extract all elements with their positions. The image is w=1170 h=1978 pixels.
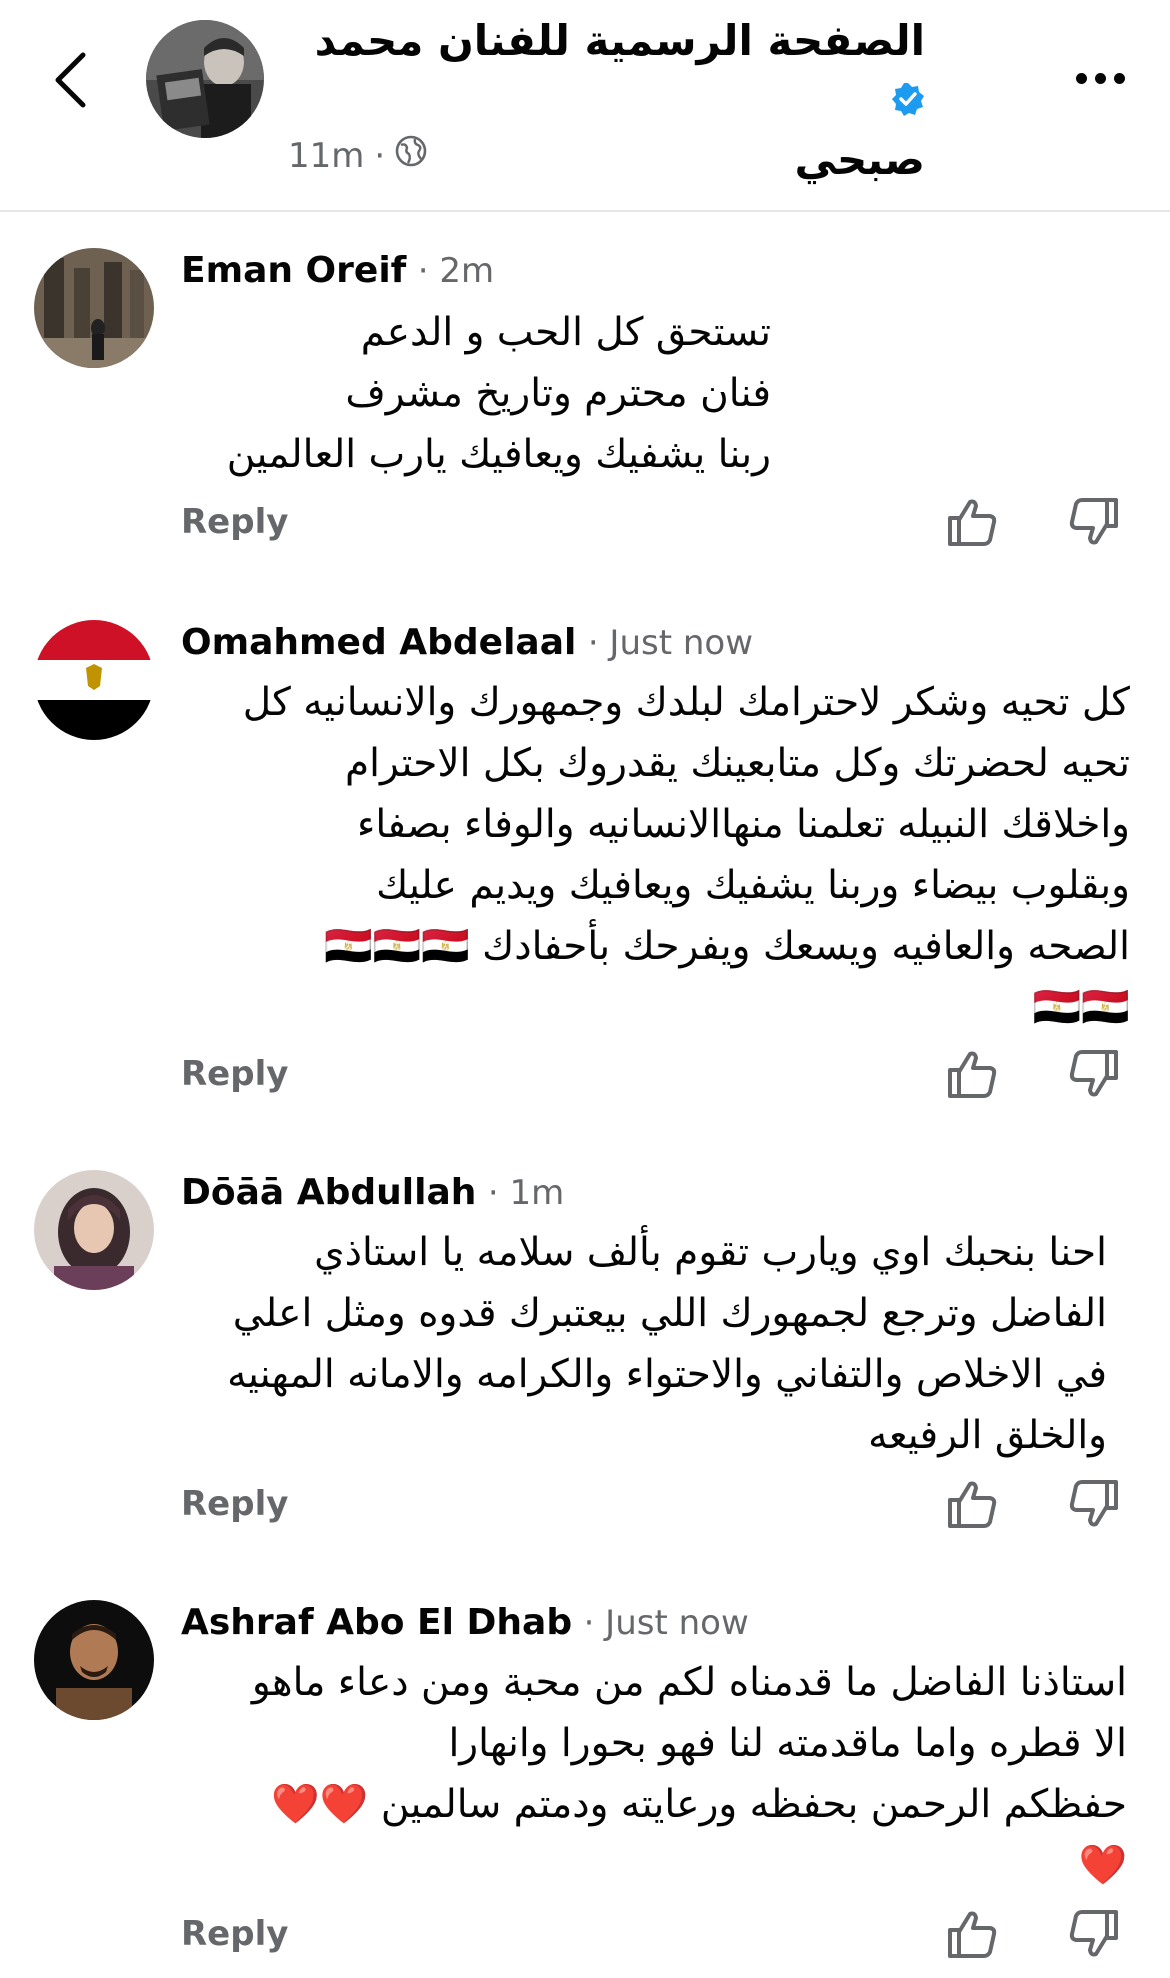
thumbs-up-icon[interactable] [944, 494, 1000, 550]
comment-line: الصحه والعافيه ويسعك ويفرحك بأحفادك 🇪🇬🇪🇬… [324, 924, 1130, 969]
comment-line: استاذنا الفاضل ما قدمناه لكم من محبة ومن… [251, 1660, 1127, 1705]
comment-line: في الاخلاص والتفاني والاحتواء والكرامه و… [227, 1352, 1107, 1397]
avatar[interactable] [34, 1600, 154, 1720]
comment-line: حفظكم الرحمن بحفظه ورعايته ودمتم سالمين … [271, 1782, 1127, 1827]
comment-author[interactable]: Omahmed Abdelaal [181, 622, 576, 663]
avatar[interactable] [34, 1170, 154, 1290]
comment-time: · 1m [487, 1173, 565, 1213]
comment-line: تستحق كل الحب و الدعم [360, 310, 771, 355]
comment-author[interactable]: Eman Oreif [181, 250, 406, 291]
comment-line: احنا بنحبك اوي ويارب تقوم بألف سلامه يا … [314, 1230, 1107, 1275]
reply-button[interactable]: Reply [181, 1484, 288, 1524]
reply-button[interactable]: Reply [181, 1914, 288, 1954]
comment-text: تستحق كل الحب و الدعم فنان محترم وتاريخ … [181, 302, 771, 485]
post-time: 11m [288, 135, 365, 176]
more-options-button[interactable] [1060, 58, 1140, 98]
comment-header: Eman Oreif · 2m [181, 250, 494, 291]
verified-badge-icon [891, 73, 925, 131]
comment-line: كل تحيه وشكر لاحترامك لبلدك وجمهورك والا… [242, 680, 1130, 725]
comment-author[interactable]: Ashraf Abo El Dhab [181, 1602, 572, 1643]
page-title-line1: الصفحة الرسمية للفنان محمد [314, 16, 925, 65]
meta-separator: · [374, 135, 386, 176]
comment-line: واخلاقك النبيله تعلمنا منهاالانسانيه وال… [356, 802, 1130, 847]
globe-icon [395, 135, 427, 176]
comment-header: Ashraf Abo El Dhab · Just now [181, 1602, 749, 1643]
more-dot [1075, 72, 1087, 84]
comment-line: الا قطره واما ماقدمته لنا فهو بحورا وانه… [448, 1721, 1127, 1766]
page-avatar[interactable] [146, 20, 264, 138]
comment-line: والخلق الرفيعه [868, 1413, 1107, 1458]
comment-line: تحيه لحضرتك وكل متابعينك يقدروك بكل الاح… [344, 741, 1130, 786]
comment-time: · 2m [417, 251, 495, 291]
comment-line: ❤️ [1078, 1843, 1127, 1888]
more-dot [1113, 72, 1125, 84]
post-header: الصفحة الرسمية للفنان محمد صبحي 11m · [0, 0, 1170, 212]
more-dot [1094, 72, 1106, 84]
chevron-left-icon [55, 52, 86, 108]
avatar[interactable] [34, 248, 154, 368]
post-meta: 11m · [288, 135, 427, 176]
comment-line: وبقلوب بيضاء وربنا يشفيك ويعافيك ويديم ع… [376, 863, 1130, 908]
reply-button[interactable]: Reply [181, 502, 288, 542]
thumbs-up-icon[interactable] [944, 1476, 1000, 1532]
comment-line: ربنا يشفيك ويعافيك يارب العالمين [226, 432, 771, 477]
thumbs-down-icon[interactable] [1066, 494, 1122, 550]
comment-line: 🇪🇬🇪🇬 [1032, 985, 1130, 1030]
avatar[interactable] [34, 620, 154, 740]
back-button[interactable] [40, 40, 100, 120]
comment-line: الفاضل وترجع لجمهورك اللي بيعتبرك قدوه و… [232, 1291, 1107, 1336]
comment-header: Dōāā Abdullah · 1m [181, 1172, 564, 1213]
egypt-flag-icon [34, 620, 154, 740]
comment-text: كل تحيه وشكر لاحترامك لبلدك وجمهورك والا… [150, 672, 1130, 1038]
thumbs-down-icon[interactable] [1066, 1476, 1122, 1532]
comment-header: Omahmed Abdelaal · Just now [181, 622, 753, 663]
comment-time: · Just now [587, 623, 754, 663]
thumbs-down-icon[interactable] [1066, 1046, 1122, 1102]
comment-text: استاذنا الفاضل ما قدمناه لكم من محبة ومن… [181, 1652, 1127, 1896]
thumbs-down-icon[interactable] [1066, 1906, 1122, 1962]
comment-time: · Just now [583, 1603, 749, 1643]
thumbs-up-icon[interactable] [944, 1046, 1000, 1102]
thumbs-up-icon[interactable] [944, 1906, 1000, 1962]
comment-line: فنان محترم وتاريخ مشرف [345, 371, 771, 416]
comment-text: احنا بنحبك اوي ويارب تقوم بألف سلامه يا … [181, 1222, 1107, 1466]
comment-author[interactable]: Dōāā Abdullah [181, 1172, 476, 1213]
reply-button[interactable]: Reply [181, 1054, 288, 1094]
